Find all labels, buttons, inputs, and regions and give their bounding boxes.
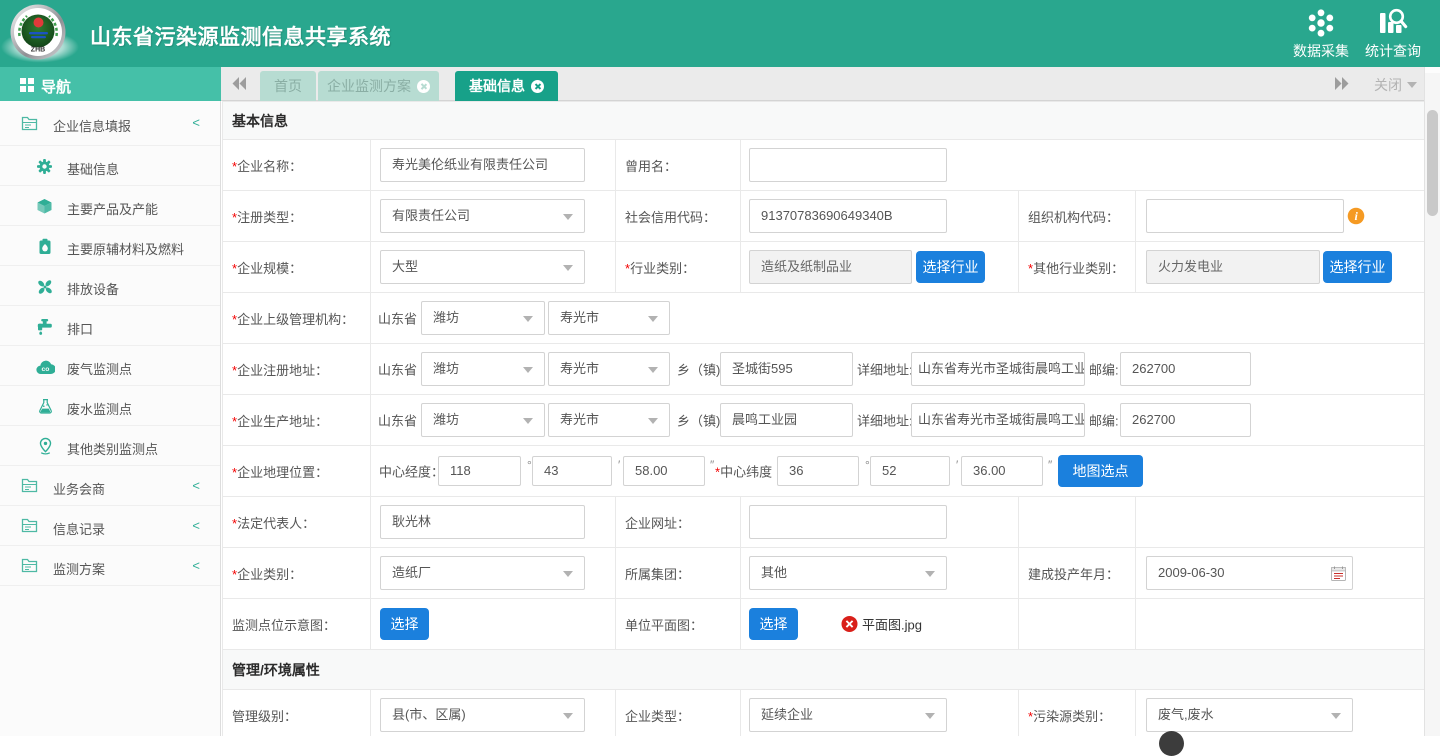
svg-text:co: co bbox=[42, 366, 50, 373]
svg-text:ZHB: ZHB bbox=[31, 47, 45, 54]
